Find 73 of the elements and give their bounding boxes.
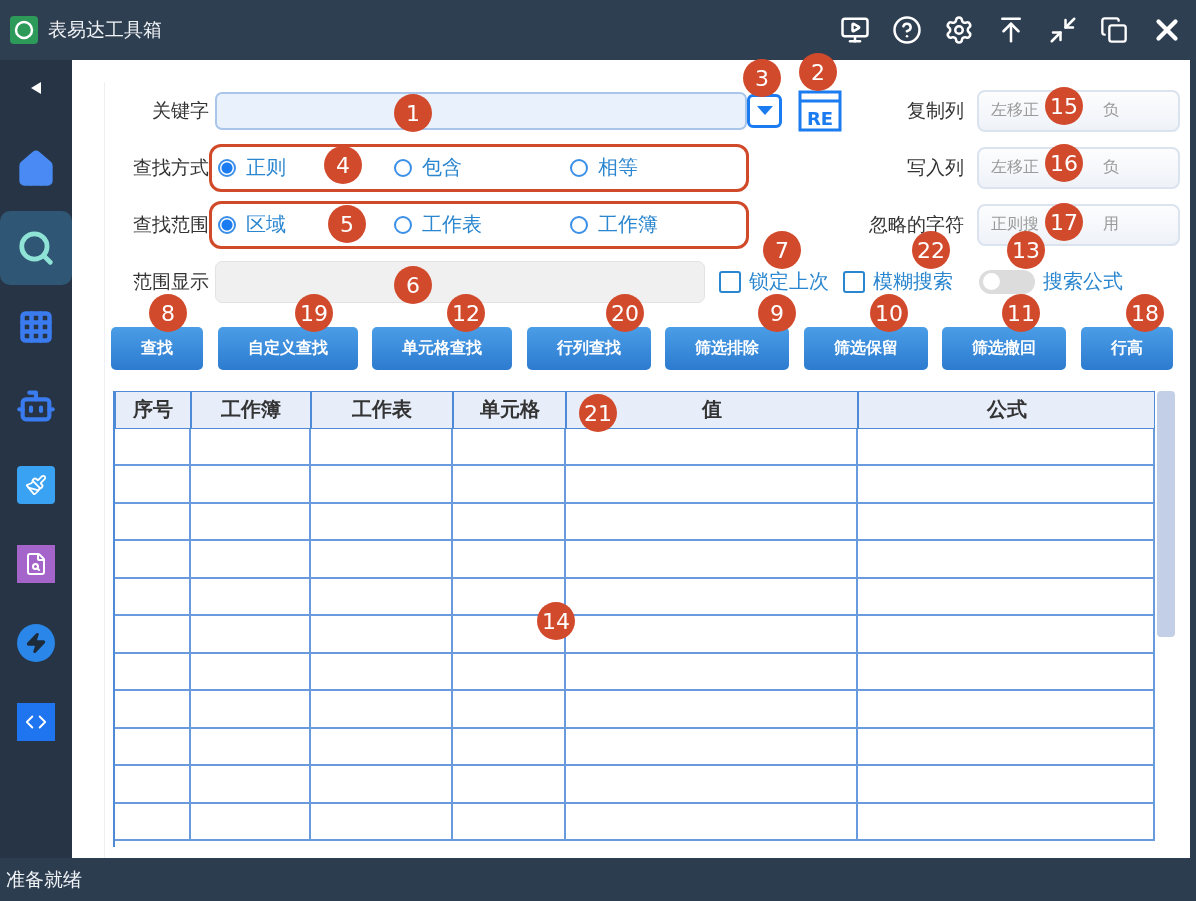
range-display-field[interactable] [215,260,705,303]
toggle-option[interactable]: 搜索公式 [967,268,1123,295]
radio-option[interactable]: 工作表 [394,211,482,238]
radio-option[interactable]: 区域 [218,211,286,238]
placeholder-text: 左移正 [991,157,1039,178]
placeholder-text: 负 [1103,100,1119,121]
toggle-label: 搜索公式 [1043,268,1123,295]
toggle-switch[interactable] [979,269,1035,294]
radio-label: 区域 [246,211,286,238]
field-label: 范围显示 [132,268,210,294]
checkbox-option[interactable]: 锁定上次 [719,268,829,295]
action-button[interactable]: 行高 [1080,327,1173,370]
list-icon [17,545,55,583]
home-icon [16,149,56,189]
radio-dot[interactable] [218,215,236,234]
checkbox-option[interactable]: 模糊搜索 [843,268,953,295]
restore-icon[interactable] [1100,16,1128,44]
status-text: 准备就绪 [6,866,82,892]
column-header: 公式 [858,391,1155,429]
window-title: 表易达工具箱 [48,17,162,42]
keyword-field[interactable] [215,91,747,130]
search-icon [17,229,55,267]
regex-icon[interactable]: RE [798,88,842,133]
radio-label: 工作簿 [598,211,658,238]
grid-icon [18,309,54,345]
radio-dot[interactable] [394,158,412,177]
action-button[interactable]: 单元格查找 [372,327,513,370]
checkbox-label: 锁定上次 [749,268,829,295]
app-logo [10,16,38,44]
placeholder-text: 负 [1103,157,1119,178]
radio-dot[interactable] [218,158,236,177]
field-label: 关键字 [151,97,210,123]
radio-label: 工作表 [422,211,482,238]
action-button[interactable]: 自定义查找 [217,327,358,370]
collapse-icon[interactable] [31,82,41,94]
action-button[interactable]: 查找 [111,327,203,370]
checkbox[interactable] [719,270,741,293]
placeholder-text: 左移正 [991,100,1039,121]
radio-option[interactable]: 正则 [218,154,286,181]
action-button[interactable]: 筛选排除 [665,327,790,370]
column-header: 序号 [115,391,191,429]
column-header: 工作簿 [191,391,311,429]
checkbox-label: 模糊搜索 [873,268,953,295]
radio-label: 相等 [598,154,638,181]
dropdown-button[interactable] [747,93,782,128]
action-button[interactable]: 筛选保留 [803,327,928,370]
radio-option[interactable]: 相等 [570,154,638,181]
radio-dot[interactable] [570,158,588,177]
radio-dot[interactable] [570,215,588,234]
radio-option[interactable]: 包含 [394,154,462,181]
help-icon[interactable] [892,15,922,45]
radio-label: 正则 [246,154,286,181]
checkbox[interactable] [843,270,865,293]
radio-option[interactable]: 工作簿 [570,211,658,238]
column-header: 单元格 [453,391,566,429]
field-label: 复制列 [906,97,965,123]
broom-icon [17,466,55,504]
column-header: 工作表 [311,391,453,429]
field-label: 写入列 [906,154,965,180]
radio-dot[interactable] [394,215,412,234]
radio-label: 包含 [422,154,462,181]
action-button[interactable]: 筛选撤回 [942,327,1067,370]
placeholder-text: 用 [1103,214,1119,235]
bolt-icon [17,624,55,662]
code-icon [17,703,55,741]
caret-icon [756,106,773,115]
shrink-icon[interactable] [1048,15,1078,45]
settings-icon[interactable] [944,15,974,45]
presentation-icon[interactable] [840,15,870,45]
sidebar-item[interactable] [0,211,72,285]
field-label: 查找方式 [132,154,210,180]
action-button[interactable]: 行列查找 [526,327,651,370]
field-label: 查找范围 [132,211,210,237]
